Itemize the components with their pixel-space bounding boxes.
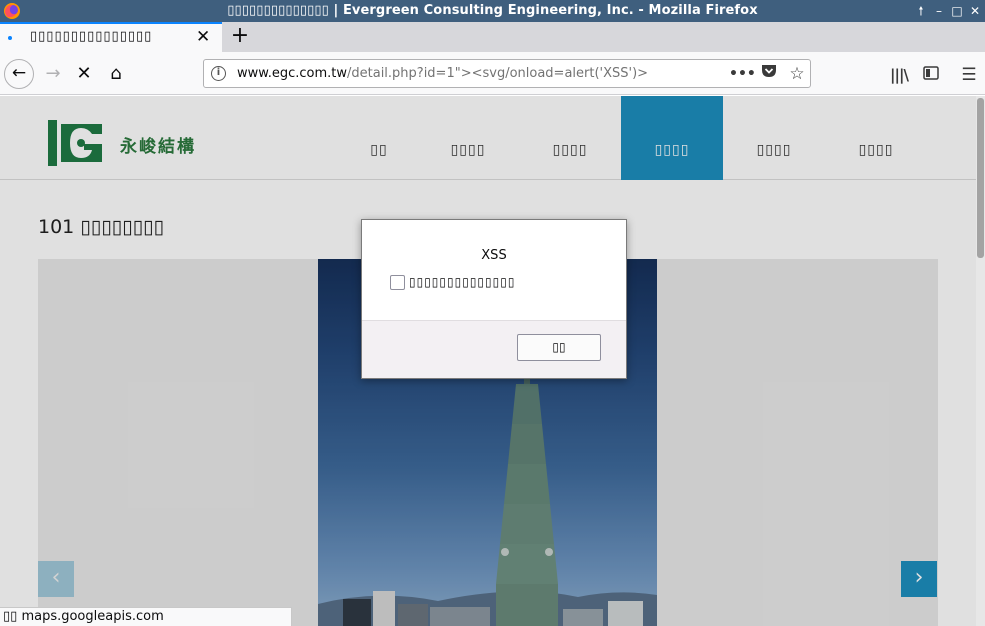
site-info-icon[interactable]: i bbox=[211, 66, 226, 81]
tab-close-icon[interactable]: ✕ bbox=[196, 27, 210, 47]
status-bar: ▯▯ maps.googleapis.com bbox=[0, 607, 292, 626]
url-domain: www.egc.com.tw bbox=[237, 66, 347, 81]
url-text[interactable]: www.egc.com.tw/detail.php?id=1"><svg/onl… bbox=[237, 66, 648, 81]
window-title: ▯▯▯▯▯▯▯▯▯▯▯▯▯▯ | Evergreen Consulting En… bbox=[227, 3, 758, 18]
pocket-shape bbox=[762, 65, 776, 77]
alert-message: XSS bbox=[481, 248, 507, 263]
hamburger-menu-icon[interactable]: ☰ bbox=[958, 64, 980, 86]
page-scrollbar[interactable] bbox=[976, 96, 985, 626]
alert-dialog: XSS ▯▯▯▯▯▯▯▯▯▯▯▯▯▯ ▯▯ bbox=[361, 219, 627, 379]
tab-active[interactable]: ▯▯▯▯▯▯▯▯▯▯▯▯▯▯▯ ✕ bbox=[0, 22, 222, 52]
library-icon[interactable]: |||\ bbox=[888, 64, 910, 86]
bookmark-star-icon[interactable]: ☆ bbox=[786, 63, 808, 85]
window-close-icon[interactable]: ✕ bbox=[967, 2, 983, 20]
prevent-dialogs-checkbox[interactable] bbox=[390, 275, 405, 290]
home-icon[interactable]: ⌂ bbox=[101, 59, 131, 89]
scrollbar-thumb[interactable] bbox=[977, 98, 984, 258]
forward-arrow-icon[interactable]: → bbox=[38, 59, 68, 89]
page-actions-icon[interactable]: ••• bbox=[729, 63, 756, 85]
sidebar-shape bbox=[923, 66, 939, 80]
sidebar-icon[interactable] bbox=[920, 64, 942, 86]
tab-bar: ▯▯▯▯▯▯▯▯▯▯▯▯▯▯▯ ✕ + bbox=[0, 22, 985, 52]
window-up-icon[interactable]: 🠕 bbox=[913, 2, 929, 20]
loading-dot-icon bbox=[8, 36, 12, 40]
url-path: /detail.php?id=1"><svg/onload=alert('XSS… bbox=[347, 66, 649, 81]
pocket-icon[interactable] bbox=[758, 63, 780, 85]
url-bar[interactable]: i www.egc.com.tw/detail.php?id=1"><svg/o… bbox=[203, 59, 811, 88]
back-arrow-icon[interactable]: ← bbox=[4, 59, 34, 89]
dialog-footer: ▯▯ bbox=[362, 320, 626, 378]
ok-button[interactable]: ▯▯ bbox=[517, 334, 601, 361]
new-tab-icon[interactable]: + bbox=[228, 22, 252, 52]
navigation-toolbar: ← → ✕ ⌂ i www.egc.com.tw/detail.php?id=1… bbox=[0, 52, 985, 95]
window-titlebar: ▯▯▯▯▯▯▯▯▯▯▯▯▯▯ | Evergreen Consulting En… bbox=[0, 0, 985, 22]
prevent-dialogs-label[interactable]: ▯▯▯▯▯▯▯▯▯▯▯▯▯▯ bbox=[409, 275, 515, 289]
window-maximize-icon[interactable]: □ bbox=[949, 2, 965, 20]
stop-loading-icon[interactable]: ✕ bbox=[69, 59, 99, 89]
tab-title: ▯▯▯▯▯▯▯▯▯▯▯▯▯▯▯ bbox=[30, 29, 153, 44]
window-minimize-icon[interactable]: – bbox=[931, 2, 947, 20]
